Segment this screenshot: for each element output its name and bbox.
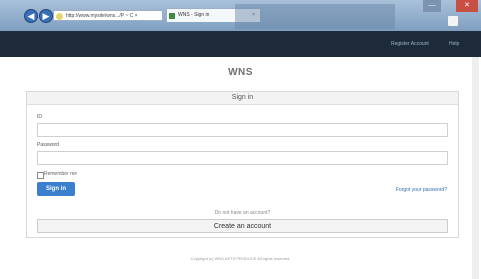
footer-copyright: Copyright (c) WNS ASTS PRODUCE All right… xyxy=(190,256,291,261)
tab-favicon-icon xyxy=(169,13,175,19)
browser-toolbar: ◀ ▶ http://www.mysite/wns.../P ~ C × WNS… xyxy=(0,0,481,31)
app-title: WNS xyxy=(228,67,253,78)
signin-panel: Sign in ID Password Remember me Sign in … xyxy=(26,91,459,238)
window-frame xyxy=(235,4,395,29)
signin-button[interactable]: Sign in xyxy=(37,182,75,196)
forgot-password-link[interactable]: Forgot your password? xyxy=(396,187,447,193)
register-link[interactable]: Register Account xyxy=(391,41,429,47)
page-icon xyxy=(56,13,63,20)
no-account-text: Do not have an account? xyxy=(214,210,271,216)
help-link[interactable]: Help xyxy=(449,41,459,47)
vertical-scrollbar[interactable] xyxy=(472,57,479,279)
home-icon[interactable] xyxy=(448,16,458,26)
address-text: http://www.mysite/wns.../P ~ C × xyxy=(66,13,138,19)
password-label: Password xyxy=(37,142,59,148)
back-button[interactable]: ◀ xyxy=(24,9,38,23)
id-label: ID xyxy=(37,114,42,120)
close-window-button[interactable]: ✕ xyxy=(456,0,478,12)
forward-button[interactable]: ▶ xyxy=(39,9,53,23)
signin-heading: Sign in xyxy=(27,92,458,105)
minimize-button[interactable]: — xyxy=(423,0,441,12)
address-bar[interactable]: http://www.mysite/wns.../P ~ C × xyxy=(53,10,163,21)
id-input[interactable] xyxy=(37,123,448,137)
password-input[interactable] xyxy=(37,151,448,165)
tab-title: WNS - Sign in xyxy=(178,12,210,18)
remember-checkbox[interactable] xyxy=(37,172,44,179)
create-account-button[interactable]: Create an account xyxy=(37,219,448,233)
app-header: Register Account Help xyxy=(0,31,481,57)
remember-label: Remember me xyxy=(44,171,78,177)
